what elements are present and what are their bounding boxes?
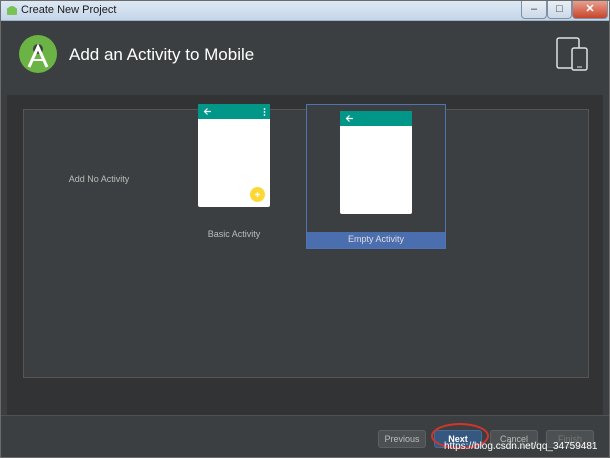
phone-tablet-icon xyxy=(556,37,588,71)
wizard-header: Add an Activity to Mobile xyxy=(1,21,609,94)
title-bar[interactable]: Create New Project – □ ✕ xyxy=(1,1,609,21)
empty-activity-preview xyxy=(340,111,412,214)
minimize-button[interactable]: – xyxy=(521,1,547,19)
option-label: Empty Activity xyxy=(347,234,404,244)
activity-gallery[interactable]: Add No Activity Basic Activity Empty Act… xyxy=(23,104,589,378)
previous-button[interactable]: Previous xyxy=(378,430,426,448)
wizard-content: Add No Activity Basic Activity Empty Act… xyxy=(7,95,603,415)
back-arrow-icon xyxy=(345,115,353,122)
option-label: Add No Activity xyxy=(68,174,130,184)
window-title: Create New Project xyxy=(21,4,117,16)
android-studio-logo-icon xyxy=(19,35,57,73)
watermark-text: https://blog.csdn.net/qq_34759481 xyxy=(444,441,598,452)
close-button[interactable]: ✕ xyxy=(572,1,608,19)
overflow-menu-icon xyxy=(263,108,266,116)
maximize-button[interactable]: □ xyxy=(547,1,572,19)
option-basic-activity[interactable]: Basic Activity xyxy=(184,104,284,249)
option-add-no-activity[interactable]: Add No Activity xyxy=(24,110,174,250)
page-title: Add an Activity to Mobile xyxy=(69,45,255,64)
plus-icon xyxy=(255,192,260,197)
option-empty-activity[interactable]: Empty Activity xyxy=(306,104,446,249)
create-project-dialog: Create New Project – □ ✕ Add an Activity… xyxy=(0,0,610,458)
wizard-footer: Previous Next Cancel Finish https://blog… xyxy=(1,415,609,457)
android-studio-small-icon xyxy=(7,6,17,15)
close-icon: ✕ xyxy=(585,3,595,15)
option-label: Basic Activity xyxy=(207,229,261,239)
basic-activity-preview xyxy=(198,104,270,207)
back-arrow-icon xyxy=(203,108,211,115)
